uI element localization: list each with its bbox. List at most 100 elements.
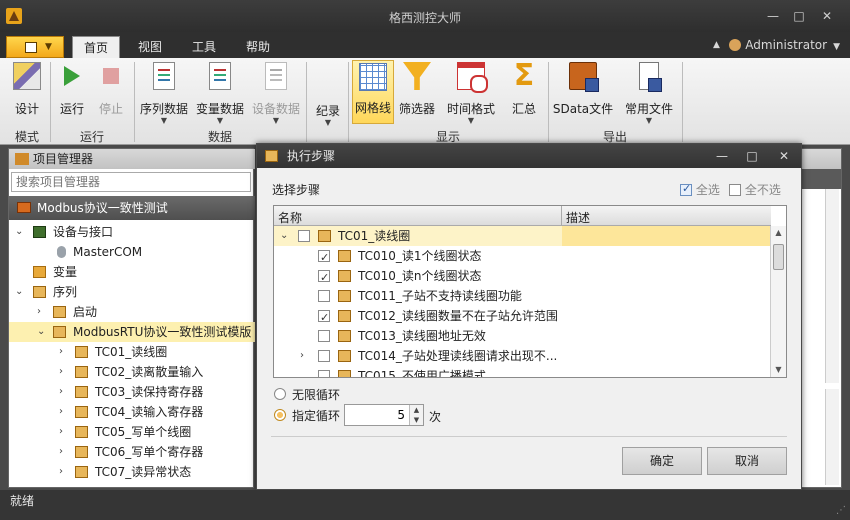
application-menu-button[interactable]: ▼ [6,36,64,58]
tree-item-tc02[interactable]: › TC02_读离散量输入 [9,362,255,382]
loop-count-stepper[interactable]: ▲ ▼ [344,404,424,426]
table-row[interactable]: TC011_子站不支持读线圈功能 [274,286,771,306]
table-row[interactable]: ⌄ TC01_读线圈 [274,226,771,246]
infinite-loop-radio[interactable] [274,388,286,400]
chevron-right-icon[interactable]: › [59,362,69,382]
tree-item-variables[interactable]: 变量 [9,262,255,282]
time-format-button[interactable]: 时间格式 ▼ [442,62,500,125]
chevron-down-icon[interactable]: ⌄ [15,222,25,242]
table-row[interactable]: TC015_不使用广播模式 [274,366,771,377]
chevron-right-icon[interactable]: › [59,462,69,482]
row-checkbox[interactable] [318,290,330,302]
column-divider[interactable] [561,206,562,226]
deselect-all-checkbox[interactable]: 全不选 [729,181,781,198]
tree-item-sequences[interactable]: ⌄ 序列 [9,282,255,302]
table-row[interactable]: TC010_读n个线圈状态 [274,266,771,288]
sequence-icon [338,370,351,377]
row-checkbox[interactable] [318,308,330,328]
sdata-file-button[interactable]: SData文件 [552,62,614,122]
tab-view[interactable]: 视图 [126,36,174,58]
clipboard-icon [265,62,287,90]
tab-home[interactable]: 首页 [72,36,120,59]
scrollbar[interactable] [825,189,839,383]
tab-tools[interactable]: 工具 [180,36,228,58]
sequence-icon [338,270,351,282]
minimize-icon[interactable]: — [764,8,782,24]
sequence-icon [75,366,88,378]
user-menu[interactable]: Administrator ▼ [729,38,840,52]
table-row[interactable]: TC013_读线圈地址无效 [274,326,771,346]
tree-item-devices[interactable]: ⌄ 设备与接口 [9,222,255,242]
ribbon-collapse-icon[interactable]: ▲ [713,40,720,50]
device-data-button[interactable]: 设备数据 ▼ [250,62,302,125]
variable-data-button[interactable]: 变量数据 ▼ [194,62,246,125]
tree-item-mastercom[interactable]: MasterCOM [9,242,255,262]
chevron-down-icon[interactable]: ⌄ [15,282,25,302]
tree-item-tc01[interactable]: › TC01_读线圈 [9,342,255,362]
project-header[interactable]: Modbus协议一致性测试 [9,196,255,220]
chevron-right-icon[interactable]: › [59,342,69,362]
summary-button[interactable]: Σ 汇总 [504,61,544,122]
filter-button[interactable]: 筛选器 [396,62,438,122]
fixed-loop-radio[interactable] [274,409,286,421]
chevron-right-icon[interactable]: › [59,402,69,422]
stop-button[interactable]: 停止 [92,62,130,122]
ok-button[interactable]: 确定 [622,447,702,475]
row-checkbox[interactable] [298,230,310,242]
checkbox-checked-icon [680,182,692,196]
sequence-icon [338,290,351,302]
column-header-name[interactable]: 名称 [278,209,302,226]
scroll-thumb[interactable] [773,244,784,270]
maximize-icon[interactable]: □ [743,148,761,164]
tree-item-tc06[interactable]: › TC06_写单个寄存器 [9,442,255,462]
run-button[interactable]: 运行 [54,62,90,122]
select-all-checkbox[interactable]: 全选 [680,181,720,198]
row-checkbox[interactable] [318,350,330,362]
row-checkbox[interactable] [318,248,330,268]
tree-item-startup[interactable]: › 启动 [9,302,255,322]
minimize-icon[interactable]: — [713,148,731,164]
row-checkbox[interactable] [318,370,330,377]
scroll-down-icon[interactable]: ▼ [771,363,786,377]
checkbox-icon [729,184,741,196]
close-icon[interactable]: ✕ [818,8,836,24]
grid-icon [359,63,387,91]
chevron-up-icon[interactable]: ▲ [409,405,423,415]
project-search-input[interactable] [11,172,251,192]
chevron-right-icon[interactable]: › [300,346,304,366]
chevron-right-icon[interactable]: › [59,442,69,462]
record-button[interactable]: 纪录 ▼ [310,62,346,127]
close-icon[interactable]: ✕ [775,148,793,164]
table-row[interactable]: TC010_读1个线圈状态 [274,246,771,268]
chevron-down-icon[interactable]: ▼ [409,415,423,425]
book-save-icon [569,62,599,92]
sequence-data-button[interactable]: 序列数据 ▼ [138,62,190,125]
table-row[interactable]: › TC014_子站处理读线圈请求出现不... [274,346,771,366]
tab-help[interactable]: 帮助 [234,36,282,58]
loop-count-input[interactable] [345,405,409,425]
tree-item-tc07[interactable]: › TC07_读异常状态 [9,462,255,482]
design-button[interactable]: 设计 [6,62,48,122]
grid-line-button[interactable]: 网格线 [352,60,394,124]
grid-scrollbar[interactable]: ▲ ▼ [770,226,786,377]
tree-item-tc04[interactable]: › TC04_读输入寄存器 [9,402,255,422]
chevron-right-icon[interactable]: › [37,302,47,322]
tree-item-template[interactable]: ⌄ ModbusRTU协议一致性测试模版 [9,322,255,342]
maximize-icon[interactable]: □ [790,8,808,24]
tree-item-tc03[interactable]: › TC03_读保持寄存器 [9,382,255,402]
table-row[interactable]: TC012_读线圈数量不在子站允许范围 [274,306,771,328]
chevron-right-icon[interactable]: › [59,422,69,442]
chevron-down-icon[interactable]: ⌄ [280,226,288,246]
cancel-button[interactable]: 取消 [707,447,787,475]
chevron-down-icon[interactable]: ⌄ [37,322,47,342]
scroll-up-icon[interactable]: ▲ [771,226,786,240]
common-file-button[interactable]: 常用文件 ▼ [620,62,678,125]
tree-item-tc05[interactable]: › TC05_写单个线圈 [9,422,255,442]
scrollbar[interactable] [825,389,839,485]
column-header-desc[interactable]: 描述 [566,209,590,226]
row-checkbox[interactable] [318,330,330,342]
chevron-right-icon[interactable]: › [59,382,69,402]
row-checkbox[interactable] [318,268,330,288]
resize-grip-icon[interactable]: ⋰ [836,500,846,520]
panel-header: 项目管理器 [9,149,255,169]
